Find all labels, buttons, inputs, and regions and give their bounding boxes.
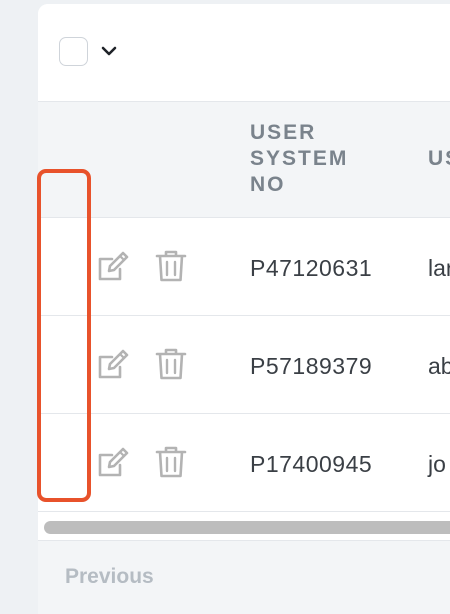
horizontal-scrollbar[interactable]	[38, 514, 450, 541]
edit-icon[interactable]	[96, 349, 130, 381]
trash-icon[interactable]	[155, 445, 187, 479]
table-toolbar	[38, 4, 450, 102]
cell-user-system-no: P47120631	[250, 255, 373, 281]
previous-page-button[interactable]: Previous	[65, 565, 154, 589]
table-header: USER SYSTEM NO US	[38, 102, 450, 218]
trash-icon[interactable]	[155, 249, 187, 283]
edit-icon[interactable]	[96, 251, 130, 283]
cell-user: jo	[428, 451, 446, 477]
cell-user: lar	[428, 255, 450, 281]
cell-user-system-no: P57189379	[250, 353, 373, 379]
column-header-user-system-no[interactable]: USER SYSTEM NO	[250, 120, 380, 198]
table-row: P47120631 lar	[38, 218, 450, 316]
cell-user: ab	[428, 353, 450, 379]
trash-icon[interactable]	[155, 347, 187, 381]
pagination-footer: Previous	[38, 541, 450, 614]
chevron-down-icon[interactable]	[101, 44, 117, 58]
scrollbar-thumb[interactable]	[44, 521, 450, 534]
select-all-checkbox[interactable]	[59, 37, 88, 66]
table-card: USER SYSTEM NO US P47120631 lar	[38, 4, 450, 614]
table-row: P57189379 ab	[38, 316, 450, 414]
column-header-user[interactable]: US	[428, 146, 450, 172]
cell-user-system-no: P17400945	[250, 451, 373, 477]
edit-icon[interactable]	[96, 447, 130, 479]
table-row: P17400945 jo	[38, 414, 450, 512]
